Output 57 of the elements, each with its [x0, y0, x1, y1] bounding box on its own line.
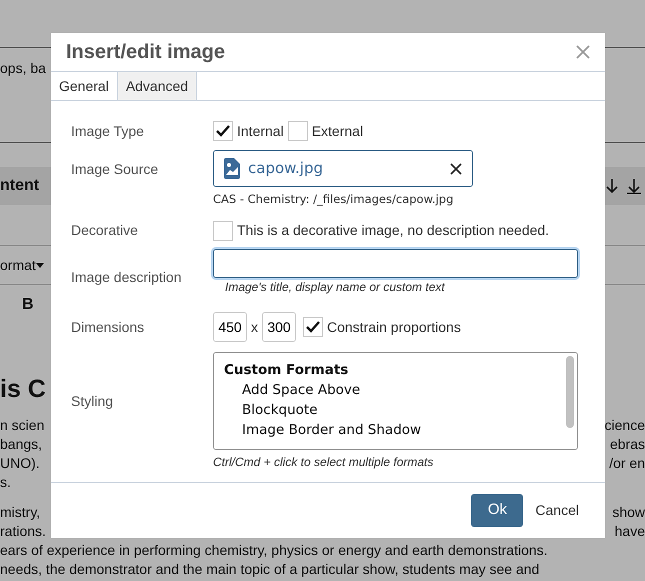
format-menu[interactable]: ormat	[0, 254, 36, 276]
scrollbar-thumb[interactable]	[566, 356, 574, 428]
text-line: s.	[0, 473, 11, 492]
file-path: CAS - Chemistry: /_files/images/capow.jpg	[213, 191, 454, 208]
text-line: ebras	[610, 435, 645, 454]
list-option[interactable]: Blockquote	[224, 400, 577, 420]
panel-title: ntent	[0, 176, 40, 196]
height-field[interactable]: 300	[262, 312, 296, 342]
input-field[interactable]	[213, 249, 578, 278]
text-line: rations.	[0, 522, 46, 541]
text-line: mistry,	[0, 503, 40, 522]
field-label: Image description	[71, 268, 183, 288]
text-line: show	[612, 503, 645, 522]
text-line: cience	[604, 416, 645, 435]
text-line: UNO).	[0, 454, 40, 473]
field-label: Dimensions	[71, 318, 146, 337]
field-label: Image Type	[71, 122, 145, 141]
file-link[interactable]: capow.jpg	[248, 157, 442, 180]
width-field[interactable]: 450	[213, 312, 247, 342]
image-file-icon	[224, 158, 240, 179]
checkbox[interactable]	[213, 220, 233, 241]
ok-button[interactable]: Ok	[471, 494, 524, 527]
help-text: Ctrl/Cmd + click to select multiple formats	[213, 454, 434, 472]
text-line: n scien	[0, 416, 44, 435]
tab[interactable]: Advanced	[118, 72, 198, 100]
field-label: Styling	[71, 392, 114, 411]
dialog-title: Insert/edit image	[66, 40, 225, 64]
checkbox-label: Constrain proportions	[327, 318, 461, 337]
text-line: have	[614, 522, 645, 541]
text-line: /or en	[609, 454, 645, 473]
help-text: Image's title, display name or custom text	[225, 279, 446, 296]
text-line: ops, ba	[0, 59, 46, 78]
separator-text: x	[251, 318, 258, 337]
field-label: Decorative	[71, 221, 139, 240]
file-field[interactable]: capow.jpg	[213, 150, 473, 187]
text-line: needs, the demonstrator and the main topic of a particular show, students may see and	[0, 560, 540, 579]
clear-icon[interactable]	[450, 162, 462, 174]
list-option[interactable]: Add Space Above	[224, 380, 577, 400]
checkbox-label: External	[312, 122, 364, 140]
bold-button[interactable]: B	[22, 293, 34, 317]
arrow-down-icon[interactable]	[605, 178, 619, 194]
option-group-label: Custom Formats	[224, 361, 350, 380]
arrow-down-icon[interactable]	[627, 178, 641, 194]
checkbox[interactable]	[303, 317, 323, 338]
format-list[interactable]: Custom Formats Add Space Above Blockquote Image Border and Shadow	[213, 352, 578, 450]
checkbox[interactable]	[213, 121, 233, 141]
text-line: bangs,	[0, 435, 42, 454]
heading: is C	[0, 374, 46, 406]
list-option[interactable]: Image Border and Shadow	[224, 420, 577, 440]
close-button[interactable]	[576, 45, 590, 59]
checkbox-label: This is a decorative image, no description needed.	[237, 221, 550, 240]
caret-icon	[36, 262, 44, 268]
text-line: ears of experience in performing chemistry, physics or energy and earth demonstrations.	[0, 541, 548, 560]
cancel-button[interactable]: Cancel	[535, 500, 579, 521]
checkbox[interactable]	[288, 121, 308, 141]
field-label: Image Source	[71, 160, 160, 179]
checkbox-label: Internal	[237, 122, 284, 140]
